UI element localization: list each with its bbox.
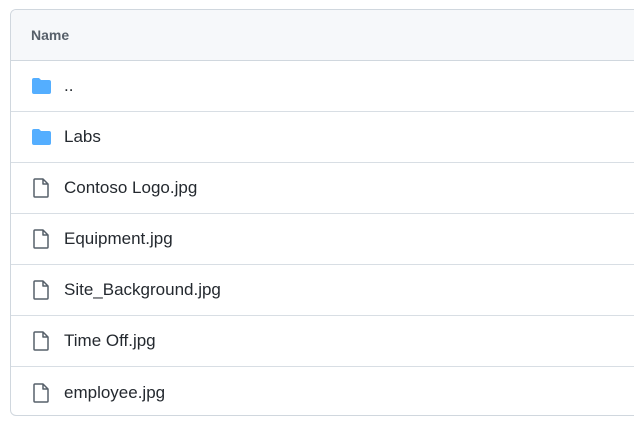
- table-row-site-background[interactable]: Site_Background.jpg: [11, 265, 634, 316]
- row-name[interactable]: Labs: [64, 127, 101, 147]
- table-row-time-off[interactable]: Time Off.jpg: [11, 316, 634, 367]
- name-column-header: Name: [31, 27, 70, 43]
- file-icon: [30, 279, 52, 301]
- table-row-contoso-logo[interactable]: Contoso Logo.jpg: [11, 163, 634, 214]
- row-name[interactable]: Site_Background.jpg: [64, 280, 221, 300]
- row-name[interactable]: Time Off.jpg: [64, 331, 156, 351]
- row-name[interactable]: Contoso Logo.jpg: [64, 178, 197, 198]
- table-row-equipment[interactable]: Equipment.jpg: [11, 214, 634, 265]
- table-row-parent-directory[interactable]: ..: [11, 61, 634, 112]
- folder-icon: [30, 126, 52, 148]
- row-name[interactable]: Equipment.jpg: [64, 229, 173, 249]
- row-name[interactable]: ..: [64, 76, 73, 96]
- file-icon: [30, 177, 52, 199]
- folder-icon: [30, 75, 52, 97]
- file-list-table: Name .. Labs Contoso Logo.jpg Equipment.…: [10, 9, 634, 416]
- file-icon: [30, 382, 52, 404]
- file-icon: [30, 330, 52, 352]
- row-name[interactable]: employee.jpg: [64, 383, 165, 403]
- table-header: Name: [11, 10, 634, 61]
- file-icon: [30, 228, 52, 250]
- table-row-labs[interactable]: Labs: [11, 112, 634, 163]
- table-row-employee[interactable]: employee.jpg: [11, 367, 634, 415]
